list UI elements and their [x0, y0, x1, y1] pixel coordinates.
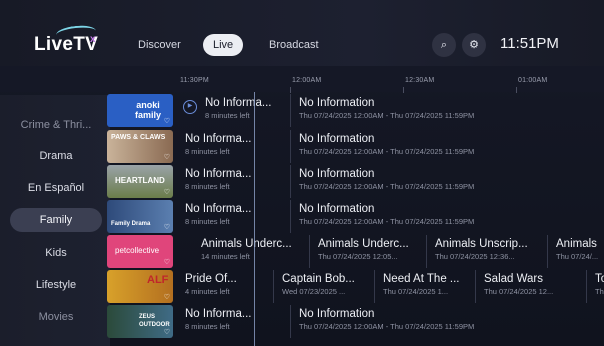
category-movies[interactable]: Movies	[10, 305, 102, 329]
program-cell[interactable]: Animals Unscrip... Thu 07/24/2025 12:36.…	[426, 235, 547, 268]
tab-live[interactable]: Live	[203, 34, 244, 56]
heart-icon[interactable]: ♡	[164, 188, 170, 196]
current-time-indicator	[254, 92, 255, 346]
category-crime-thriller[interactable]: Crime & Thri...	[10, 113, 102, 137]
program-cell[interactable]: No Informa... 8 minutes left	[177, 130, 291, 163]
channel-thumbnail[interactable]: Family Drama ♡	[107, 200, 173, 233]
program-cell[interactable]: No Information Thu 07/24/2025 12:00AM - …	[290, 130, 604, 163]
heart-icon[interactable]: ♡	[164, 293, 170, 301]
channel-logo-text: petcollective	[115, 246, 160, 255]
category-family[interactable]: Family	[10, 208, 102, 232]
timeline-tick	[290, 87, 291, 93]
timeline-tick	[403, 87, 404, 93]
channel-row: Family Drama ♡ No Informa... 8 minutes l…	[107, 200, 604, 233]
channel-row: ZEUS OUTDOOR ♡ No Informa... 8 minutes l…	[107, 305, 604, 338]
channel-row: HEARTLAND ♡ No Informa... 8 minutes left…	[107, 165, 604, 198]
channel-row: anoki family ♡ ▶ No Informa... 8 minutes…	[107, 94, 604, 127]
program-cell[interactable]: No Informa... 8 minutes left	[195, 94, 291, 127]
channel-logo-text: ZEUS OUTDOOR	[139, 314, 170, 328]
gear-icon[interactable]: ⚙	[462, 33, 486, 57]
heart-icon[interactable]: ♡	[164, 223, 170, 231]
app-logo: LiveTV	[34, 34, 99, 55]
category-kids[interactable]: Kids	[10, 241, 102, 265]
timeline-label: 11:30PM	[180, 77, 209, 84]
program-cell[interactable]: No Information Thu 07/24/2025 12:00AM - …	[290, 165, 604, 198]
tab-discover[interactable]: Discover	[128, 34, 191, 56]
channel-thumbnail[interactable]: ALF ♡	[107, 270, 173, 303]
program-cell[interactable]: Captain Bob... Wed 07/23/2025 ...	[273, 270, 374, 303]
clock: 11:51PM	[500, 35, 559, 52]
logo-x-icon: x	[90, 34, 96, 45]
category-lifestyle[interactable]: Lifestyle	[10, 273, 102, 297]
program-cell[interactable]: Pride Of... 4 minutes left	[177, 270, 274, 303]
heart-icon[interactable]: ♡	[164, 258, 170, 266]
timeline-label: 01:00AM	[518, 77, 548, 84]
channel-thumbnail[interactable]: HEARTLAND ♡	[107, 165, 173, 198]
program-cell[interactable]: No Information Thu 07/24/2025 12:00AM - …	[290, 305, 604, 338]
search-icon[interactable]: ⌕	[432, 33, 456, 57]
heart-icon[interactable]: ♡	[164, 328, 170, 336]
channel-thumbnail[interactable]: PAWS & CLAWS ♡	[107, 130, 173, 163]
program-cell[interactable]: Animals Thu 07/24/...	[547, 235, 604, 268]
program-cell[interactable]: No Information Thu 07/24/2025 12:00AM - …	[290, 200, 604, 233]
channel-row: PAWS & CLAWS ♡ No Informa... 8 minutes l…	[107, 130, 604, 163]
channel-logo-text: Family Drama	[111, 221, 151, 227]
channel-row: ALF ♡ Pride Of... 4 minutes left Captain…	[107, 270, 604, 303]
top-bar: LiveTV x Discover Live Broadcast ⌕ ⚙ 11:…	[0, 0, 604, 66]
channel-logo-text: ALF	[147, 274, 169, 286]
channel-thumbnail[interactable]: ZEUS OUTDOOR ♡	[107, 305, 173, 338]
channel-thumbnail[interactable]: petcollective ♡	[107, 235, 173, 268]
program-cell[interactable]: No Informa... 8 minutes left	[177, 165, 291, 198]
category-drama[interactable]: Drama	[10, 144, 102, 168]
timeline-label: 12:00AM	[292, 77, 322, 84]
channel-thumbnail[interactable]: anoki family ♡	[107, 94, 173, 127]
tab-broadcast[interactable]: Broadcast	[259, 34, 329, 56]
category-sidebar: Crime & Thri... Drama En Español Family …	[0, 95, 110, 346]
timeline-tick	[516, 87, 517, 93]
program-cell[interactable]: Animals Underc... 14 minutes left	[193, 235, 310, 268]
program-cell[interactable]: No Informa... 8 minutes left	[177, 200, 291, 233]
channel-logo-text: PAWS & CLAWS	[111, 134, 166, 141]
live-tv-guide-screen: LiveTV x Discover Live Broadcast ⌕ ⚙ 11:…	[0, 0, 604, 346]
program-cell[interactable]: Need At The ... Thu 07/24/2025 1...	[374, 270, 475, 303]
heart-icon[interactable]: ♡	[164, 117, 170, 125]
program-cell[interactable]: No Informa... 8 minutes left	[177, 305, 291, 338]
program-cell[interactable]: Animals Underc... Thu 07/24/2025 12:05..…	[309, 235, 427, 268]
channel-row: petcollective ♡ Animals Underc... 14 min…	[107, 235, 604, 268]
timeline-label: 12:30AM	[405, 77, 435, 84]
heart-icon[interactable]: ♡	[164, 153, 170, 161]
program-cell[interactable]: No Information Thu 07/24/2025 12:00AM - …	[290, 94, 604, 127]
program-cell[interactable]: Salad Wars Thu 07/24/2025 12...	[475, 270, 587, 303]
category-en-espanol[interactable]: En Español	[10, 176, 102, 200]
channel-logo-text: HEARTLAND	[115, 176, 165, 185]
program-cell[interactable]: To Thu	[586, 270, 604, 303]
